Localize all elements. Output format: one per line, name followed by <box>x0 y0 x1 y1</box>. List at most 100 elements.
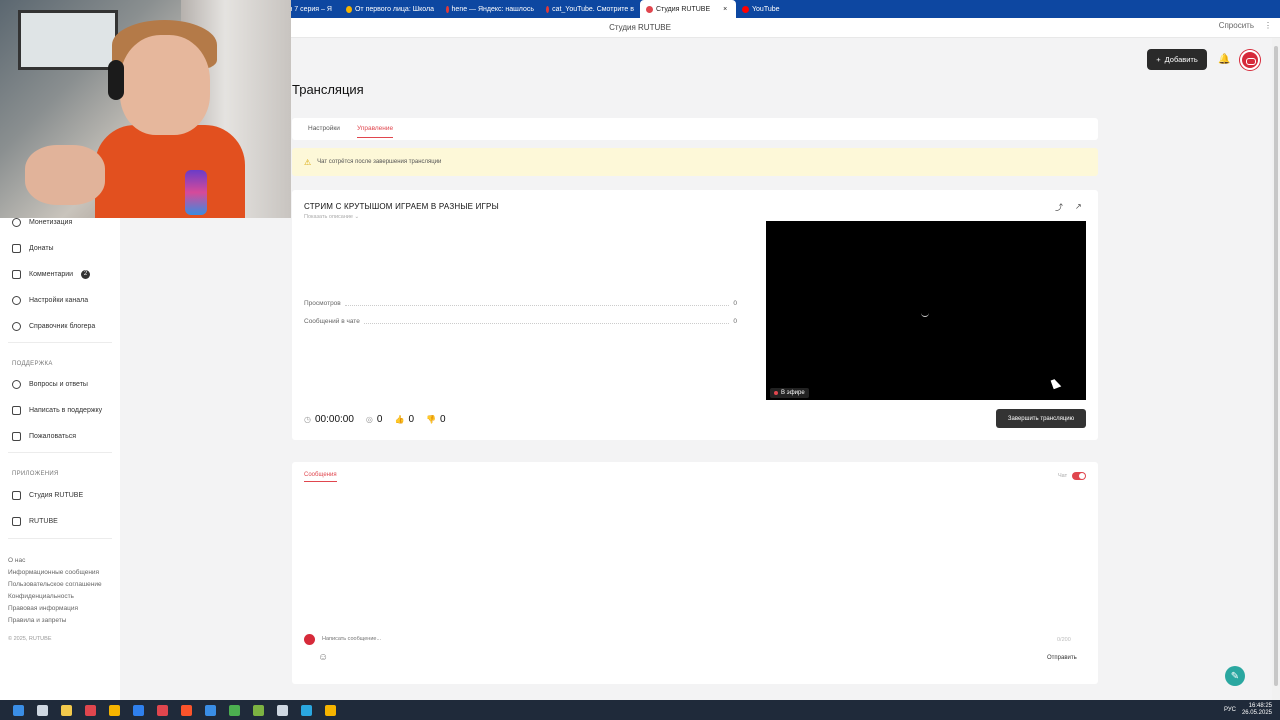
live-badge: В эфире <box>770 388 809 398</box>
viewers-value: 0 <box>376 414 383 425</box>
help-circle-icon <box>12 321 21 331</box>
sidebar-divider <box>8 342 112 343</box>
webcam-picture-frame <box>18 10 118 70</box>
page-tabs: Настройки Управление <box>292 118 1098 140</box>
clock[interactable]: 16:48:25 26.05.2025 <box>1242 703 1272 717</box>
mail-app-icon[interactable] <box>205 704 216 716</box>
browser-tab[interactable]: От первого лица: Школа <box>340 0 440 18</box>
live-label: В эфире <box>781 390 805 396</box>
stat-views: Просмотров 0 <box>304 300 737 307</box>
desktop-icon[interactable] <box>37 704 48 716</box>
sidebar-item-label: Донаты <box>29 244 54 252</box>
stream-title: СТРИМ С КРУТЫШОМ ИГРАЕМ В РАЗНЫЕ ИГРЫ <box>304 202 499 211</box>
settings-icon <box>12 295 21 305</box>
scrollbar-thumb[interactable] <box>1274 46 1278 686</box>
sidebar-item-blogger-guide[interactable]: Справочник блогера <box>12 319 95 333</box>
sidebar-item-comments[interactable]: Комментарии 2 <box>12 267 91 281</box>
end-stream-button[interactable]: Завершить трансляцию <box>996 409 1086 428</box>
sidebar-item-label: RUTUBE <box>29 517 58 525</box>
browser-tab[interactable]: YouTube <box>736 0 836 18</box>
tab-favicon-icon <box>646 5 653 13</box>
stream-card: СТРИМ С КРУТЫШОМ ИГРАЕМ В РАЗНЫЕ ИГРЫ По… <box>292 190 1098 440</box>
tab-favicon-icon <box>346 5 352 13</box>
green-app-icon[interactable] <box>229 704 240 716</box>
open-external-icon[interactable]: ↗ <box>1075 202 1082 211</box>
language-indicator[interactable]: РУС <box>1224 707 1236 714</box>
chrome-icon[interactable] <box>109 704 120 716</box>
viewers-icon: ◎ <box>365 415 373 424</box>
store-icon[interactable] <box>133 704 144 716</box>
sidebar-item-label: Комментарии <box>29 270 74 278</box>
tab-management[interactable]: Управление <box>357 125 394 138</box>
sidebar-item-faq[interactable]: Вопросы и ответы <box>12 377 88 391</box>
chat-message-input[interactable] <box>322 636 1072 642</box>
sidebar-item-contact-support[interactable]: Написать в поддержку <box>12 403 102 417</box>
footer-link-about[interactable]: О нас <box>8 557 25 564</box>
browser-menu-icon[interactable]: ⋮ <box>1264 21 1272 30</box>
footer-link-privacy[interactable]: Конфиденциальность <box>8 593 74 600</box>
system-tray: РУС 16:48:25 26.05.2025 <box>1224 703 1272 717</box>
thumbs-down-icon: 👎 <box>426 415 436 424</box>
stat-chat-messages: Сообщений в чате 0 <box>304 318 737 325</box>
avatar[interactable] <box>1240 50 1260 70</box>
sidebar-item-donations[interactable]: Донаты <box>12 241 54 255</box>
footer-link-info-messages[interactable]: Информационные сообщения <box>8 569 99 576</box>
sidebar-item-channel-settings[interactable]: Настройки канала <box>12 293 88 307</box>
browser-page-title: Студия RUTUBE <box>609 23 671 32</box>
tab-close-icon[interactable]: × <box>723 6 727 13</box>
webcam-headphones <box>108 60 124 100</box>
footer-link-user-agreement[interactable]: Пользовательское соглашение <box>8 581 102 588</box>
tab-favicon-icon <box>742 5 749 13</box>
sidebar-item-report[interactable]: Пожаловаться <box>12 429 76 443</box>
telegram-icon[interactable] <box>301 704 312 716</box>
game-icon[interactable] <box>253 704 264 716</box>
page-scrollbar[interactable] <box>1272 38 1280 700</box>
footer-link-rules[interactable]: Правила и запреты <box>8 617 66 624</box>
clock-icon: ◷ <box>304 415 311 424</box>
duration-value: 00:00:00 <box>314 414 354 425</box>
opera-icon[interactable] <box>85 704 96 716</box>
chrome2-icon[interactable] <box>325 704 336 716</box>
warning-icon: ⚠ <box>304 157 312 167</box>
show-description-link[interactable]: Показать описание ⌄ <box>304 214 359 220</box>
metric-duration: ◷ 00:00:00 <box>304 414 354 425</box>
sidebar-item-studio[interactable]: Студия RUTUBE <box>12 488 83 502</box>
help-chat-button[interactable]: ✎ <box>1225 666 1245 686</box>
warning-text: Чат сотрётся после завершения трансляции <box>317 159 442 165</box>
tab-label: YouTube <box>752 5 780 13</box>
browser-tab[interactable]: Студия RUTUBE × <box>640 0 736 18</box>
ask-button[interactable]: Спросить <box>1219 21 1254 30</box>
emoji-icon[interactable]: ☺ <box>318 652 328 663</box>
explorer-icon[interactable] <box>61 704 72 716</box>
share-icon[interactable]: ⤴ <box>1055 202 1063 213</box>
metric-viewers: ◎ 0 <box>366 414 383 425</box>
chat-toggle[interactable] <box>1072 472 1086 480</box>
thumbs-up-icon: 👍 <box>394 415 405 424</box>
tab-messages[interactable]: Сообщения <box>304 472 337 482</box>
likes-value: 0 <box>408 414 414 425</box>
browser-tab[interactable]: cat_YouTube. Смотрите в <box>540 0 640 18</box>
bell-icon[interactable]: 🔔 <box>1218 54 1230 65</box>
chat-toggle-label: Чат <box>1058 473 1068 479</box>
tab-settings[interactable]: Настройки <box>308 125 340 132</box>
windows-start-icon[interactable] <box>13 704 24 716</box>
stream-video-player[interactable]: В эфире <box>766 221 1086 400</box>
add-button[interactable]: + Добавить <box>1147 49 1207 70</box>
footer-link-legal[interactable]: Правовая информация <box>8 605 78 612</box>
tab-label: cat_YouTube. Смотрите в <box>552 5 634 13</box>
send-button[interactable]: Отправить <box>1047 655 1077 661</box>
brave-icon[interactable] <box>181 704 192 716</box>
webcam-person-shirt <box>95 125 245 218</box>
files-icon[interactable] <box>277 704 288 716</box>
stat-value: 0 <box>733 300 737 307</box>
faq-icon <box>12 379 21 389</box>
mouse-cursor-icon <box>1050 377 1062 390</box>
stat-label: Сообщений в чате <box>304 318 360 325</box>
sidebar-item-rutube[interactable]: RUTUBE <box>12 514 58 528</box>
yandex-icon[interactable] <box>157 704 168 716</box>
chat-card: Сообщения Чат 0/200 ☺ Отправить <box>292 462 1098 684</box>
tab-favicon-icon <box>446 5 449 13</box>
browser-tab[interactable]: hene — Яндекс: нашлось <box>440 0 540 18</box>
studio-icon <box>12 490 21 500</box>
sidebar-divider <box>8 452 112 453</box>
